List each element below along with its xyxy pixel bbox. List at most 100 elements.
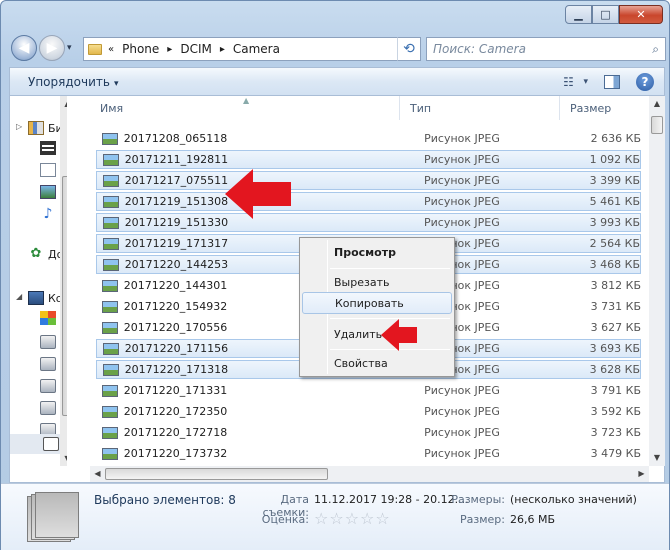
size-label: Размер: — [460, 513, 505, 526]
context-menu: Просмотр Вырезать Копировать Удалить Сво… — [299, 237, 455, 377]
history-dropdown-icon[interactable]: ▾ — [67, 43, 72, 53]
file-name: 20171211_192811 — [124, 153, 229, 166]
scroll-down-icon[interactable]: ▼ — [60, 451, 67, 466]
minimize-button[interactable]: ▁ — [565, 5, 592, 24]
refresh-button[interactable]: ⟲ — [397, 37, 421, 61]
file-type: Рисунок JPEG — [423, 174, 500, 187]
file-row[interactable]: 20171217_075511 Рисунок JPEG 3 399 КБ — [96, 171, 641, 190]
column-header-size[interactable]: Размер — [560, 96, 646, 120]
file-type: Рисунок JPEG — [423, 216, 500, 229]
sidebar-scrollbar[interactable]: ▲ ▼ — [60, 96, 67, 466]
expand-icon[interactable]: ▷ — [16, 122, 22, 131]
jpeg-image-icon — [102, 321, 118, 334]
sidebar-item-phone[interactable]: Л — [10, 434, 67, 454]
jpeg-image-icon — [102, 300, 118, 313]
drive-icon — [40, 357, 56, 371]
file-row[interactable]: 20171220_173732 Рисунок JPEG 3 479 КБ — [96, 444, 641, 463]
computer-icon — [28, 291, 44, 305]
organize-label: Упорядочить — [28, 74, 110, 89]
file-row[interactable]: 20171220_171331 Рисунок JPEG 3 791 КБ — [96, 381, 641, 400]
file-row[interactable]: 20171219_151330 Рисунок JPEG 3 993 КБ — [96, 213, 641, 232]
menu-separator — [330, 268, 450, 269]
horizontal-scrollbar[interactable]: ◀ ▶ — [90, 466, 649, 482]
file-list-scrollbar[interactable]: ▲ ▼ — [649, 96, 665, 466]
scrollbar-thumb[interactable] — [62, 176, 67, 416]
jpeg-image-icon — [103, 153, 119, 166]
sidebar-item-homegroup[interactable]: ✿ До — [28, 246, 64, 262]
sidebar-item-computer[interactable]: Ко — [28, 290, 63, 306]
jpeg-image-icon — [102, 384, 118, 397]
file-row[interactable]: 20171208_065118 Рисунок JPEG 2 636 КБ — [96, 129, 641, 148]
menu-item-copy[interactable]: Копировать — [302, 292, 452, 314]
file-type: Рисунок JPEG — [423, 195, 500, 208]
file-type: Рисунок JPEG — [424, 384, 500, 397]
view-dropdown-icon[interactable]: ▾ — [583, 77, 588, 87]
homegroup-icon: ✿ — [30, 246, 42, 261]
close-button[interactable]: ✕ — [619, 5, 663, 24]
music-icon: ♪ — [43, 206, 53, 222]
breadcrumb-overflow[interactable]: « — [108, 44, 114, 55]
preview-pane-icon[interactable] — [604, 74, 620, 89]
forward-button[interactable]: ▶ — [39, 35, 65, 61]
organize-button[interactable]: Упорядочить ▾ — [28, 75, 118, 89]
column-type-label: Тип — [410, 101, 432, 115]
chevron-right-icon[interactable]: ▸ — [220, 44, 225, 55]
sidebar-item-libraries[interactable]: Би — [28, 120, 63, 136]
breadcrumb-dcim[interactable]: DCIM — [180, 42, 212, 56]
library-icon — [28, 121, 44, 135]
file-type: Рисунок JPEG — [423, 153, 500, 166]
file-name: 20171220_171331 — [123, 384, 228, 397]
file-size: 5 461 КБ — [589, 195, 641, 208]
address-bar[interactable]: « Phone ▸ DCIM ▸ Camera ▾ — [83, 37, 421, 61]
column-header-type[interactable]: Тип — [400, 96, 560, 120]
search-input[interactable]: Поиск: Camera ⌕ — [426, 37, 666, 61]
file-size: 2 636 КБ — [590, 132, 641, 145]
scrollbar-thumb[interactable] — [105, 468, 328, 480]
column-name-label: Имя — [100, 101, 124, 115]
jpeg-image-icon — [102, 405, 118, 418]
scroll-up-icon[interactable]: ▲ — [649, 96, 665, 112]
file-size: 3 468 КБ — [589, 258, 641, 271]
menu-item-properties[interactable]: Свойства — [302, 352, 452, 374]
file-row[interactable]: 20171220_172718 Рисунок JPEG 3 723 КБ — [96, 423, 641, 442]
breadcrumb-camera[interactable]: Camera — [233, 42, 280, 56]
jpeg-image-icon — [102, 447, 118, 460]
column-header-name[interactable]: Имя ▲ — [90, 96, 400, 120]
refresh-icon: ⟲ — [403, 41, 415, 57]
file-row[interactable]: 20171220_172350 Рисунок JPEG 3 592 КБ — [96, 402, 641, 421]
back-button[interactable]: ◀ — [11, 35, 37, 61]
scrollbar-thumb[interactable] — [651, 116, 663, 134]
jpeg-image-icon — [103, 363, 119, 376]
file-row[interactable]: 20171211_192811 Рисунок JPEG 1 092 КБ — [96, 150, 641, 169]
rating-stars[interactable]: ☆☆☆☆☆ — [314, 509, 391, 528]
file-type: Рисунок JPEG — [424, 447, 500, 460]
column-size-label: Размер — [570, 101, 612, 115]
file-size: 2 564 КБ — [589, 237, 641, 250]
menu-item-view[interactable]: Просмотр — [302, 241, 452, 263]
navigation-bar: ◀ ▶ ▾ « Phone ▸ DCIM ▸ Camera ▾ ⟲ Поиск:… — [9, 33, 666, 61]
file-name: 20171220_172350 — [123, 405, 228, 418]
help-button[interactable]: ? — [636, 72, 654, 91]
red-arrow-icon — [381, 319, 417, 351]
menu-item-delete[interactable]: Удалить — [302, 323, 452, 345]
explorer-window: ▁ □ ✕ ◀ ▶ ▾ « Phone ▸ DCIM ▸ Camera ▾ ⟲ … — [0, 0, 670, 550]
jpeg-image-icon — [102, 132, 118, 145]
file-size: 3 812 КБ — [590, 279, 641, 292]
scroll-right-icon[interactable]: ▶ — [634, 466, 649, 482]
selected-count: Выбрано элементов: 8 — [94, 493, 236, 507]
maximize-button[interactable]: □ — [592, 5, 619, 24]
details-pane: Выбрано элементов: 8 Дата съемки: 11.12.… — [1, 483, 669, 550]
file-row[interactable]: 20171219_151308 Рисунок JPEG 5 461 КБ — [96, 192, 641, 211]
scroll-down-icon[interactable]: ▼ — [649, 450, 665, 466]
breadcrumb-phone[interactable]: Phone — [122, 42, 159, 56]
view-icon[interactable]: ☷ — [553, 75, 583, 89]
folder-icon — [88, 43, 102, 55]
jpeg-image-icon — [103, 237, 119, 250]
jpeg-image-icon — [103, 342, 119, 355]
chevron-right-icon[interactable]: ▸ — [167, 44, 172, 55]
expand-icon[interactable]: ◢ — [16, 292, 22, 301]
red-arrow-icon — [225, 169, 291, 219]
scroll-left-icon[interactable]: ◀ — [90, 466, 105, 482]
scroll-up-icon[interactable]: ▲ — [60, 96, 67, 111]
menu-item-cut[interactable]: Вырезать — [302, 271, 452, 293]
